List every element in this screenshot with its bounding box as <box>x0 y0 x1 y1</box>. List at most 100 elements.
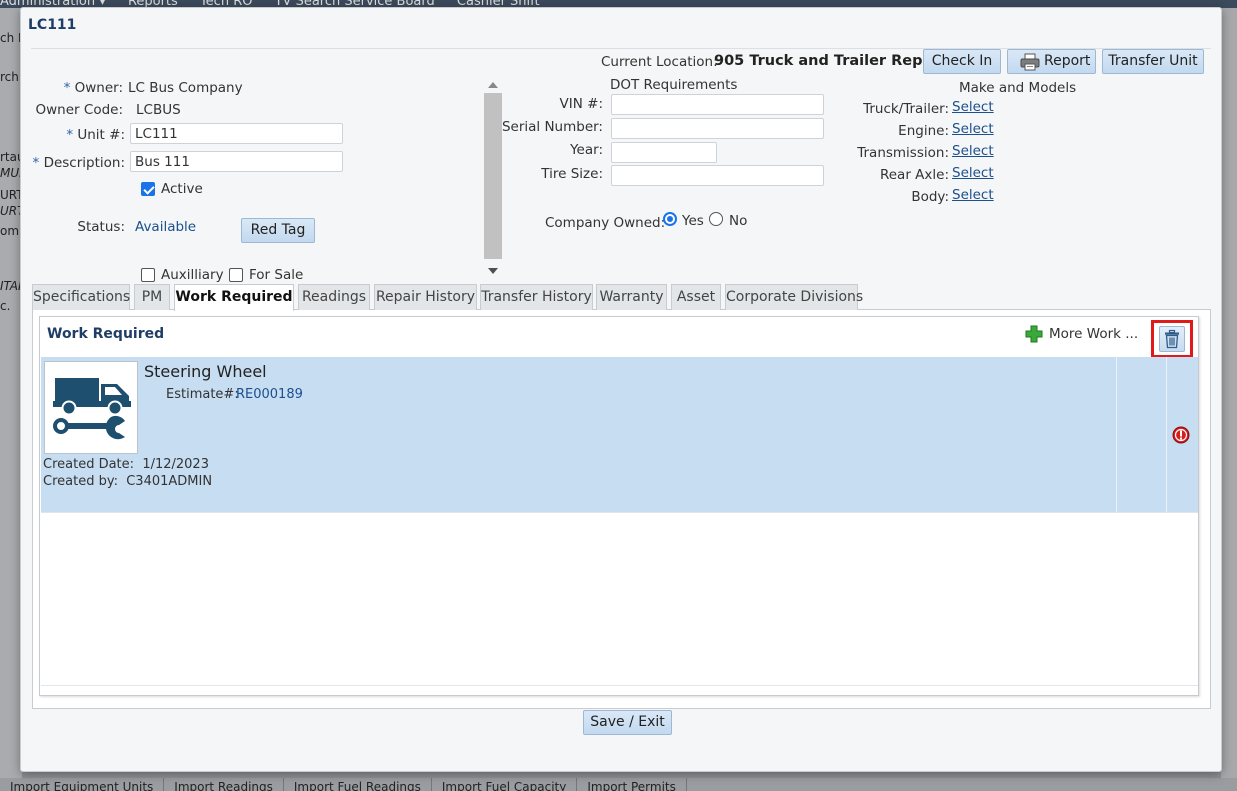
owner-label-text: Owner: <box>74 80 123 96</box>
company-owned-no-label: No <box>729 213 748 229</box>
status-label: Status: <box>77 219 125 235</box>
tab-transfer-history[interactable]: Transfer History <box>480 284 593 310</box>
bg-text: ch F <box>0 31 22 45</box>
company-owned-no-radio[interactable] <box>709 212 723 226</box>
required-marker: * <box>63 80 71 96</box>
tab-asset[interactable]: Asset <box>671 284 721 310</box>
tab-corporate-divisions[interactable]: Corporate Divisions <box>725 284 863 310</box>
details-scrollbar[interactable] <box>484 75 502 283</box>
owner-label: * Owner: <box>61 80 123 96</box>
scroll-thumb[interactable] <box>484 93 502 259</box>
bg-bottom-tab: Import Fuel Capacity <box>432 778 578 791</box>
unit-number-label-text: Unit #: <box>77 127 125 143</box>
company-owned-label: Company Owned: <box>545 215 666 231</box>
tab-repair-history[interactable]: Repair History <box>374 284 477 310</box>
truck-trailer-select-link[interactable]: Select <box>952 99 994 115</box>
check-in-button[interactable]: Check In <box>923 49 1001 74</box>
owner-value: LC Bus Company <box>128 80 243 96</box>
trash-icon <box>1165 329 1179 349</box>
rear-axle-label: Rear Axle: <box>879 167 949 183</box>
for-sale-label: For Sale <box>249 267 304 283</box>
transmission-select-link[interactable]: Select <box>952 143 994 159</box>
required-marker: * <box>66 127 74 143</box>
status-value: Available <box>135 219 197 235</box>
work-required-panel: Work Required More Work ... Steering Whe… <box>39 316 1199 696</box>
alert-icon[interactable] <box>1172 426 1190 444</box>
estimate-label: Estimate#: <box>166 387 239 402</box>
bg-text: c. <box>0 299 11 313</box>
rear-axle-select-link[interactable]: Select <box>952 165 994 181</box>
plus-icon <box>1025 325 1043 343</box>
description-label-text: Description: <box>43 155 125 171</box>
body-select-link[interactable]: Select <box>952 187 994 203</box>
row-column-divider <box>1166 357 1167 512</box>
active-checkbox[interactable] <box>141 182 155 196</box>
created-date-label: Created Date: <box>43 457 135 472</box>
current-location-label: Current Location: <box>601 54 718 70</box>
work-item-title: Steering Wheel <box>144 362 267 381</box>
current-location-value: 905 Truck and Trailer Repair <box>714 53 945 69</box>
work-item-row[interactable]: Steering Wheel Estimate#: RE000189 Creat… <box>41 357 1198 512</box>
tab-specifications[interactable]: Specifications <box>32 284 130 310</box>
created-by-label: Created by: <box>43 474 118 489</box>
truck-trailer-label: Truck/Trailer: <box>863 101 949 117</box>
estimate-link[interactable]: RE000189 <box>236 387 303 402</box>
description-label: * Description: <box>31 155 125 171</box>
bg-text: URT <box>0 188 22 202</box>
bg-text: omp <box>0 224 22 238</box>
created-date: Created Date: 1/12/2023 <box>43 457 209 472</box>
owner-code-label: Owner Code: <box>35 102 123 118</box>
owner-code-value: LCBUS <box>136 102 181 118</box>
tire-size-input[interactable] <box>611 165 824 186</box>
unit-dialog: LC111 Current Location: 905 Truck and Tr… <box>20 7 1222 772</box>
tire-size-label: Tire Size: <box>541 166 603 182</box>
report-button-label: Report <box>1044 53 1091 69</box>
row-column-divider <box>1116 357 1117 512</box>
bg-bottom-tab: Import Permits <box>577 778 687 791</box>
red-tag-button[interactable]: Red Tag <box>241 218 315 243</box>
truck-wrench-icon <box>45 362 137 453</box>
description-input[interactable] <box>130 151 343 172</box>
unit-number-input[interactable] <box>130 123 343 144</box>
bg-bottom-tab: Import Equipment Units <box>0 778 165 791</box>
unit-number-label: * Unit #: <box>61 127 125 143</box>
year-input[interactable] <box>611 142 717 163</box>
created-date-value: 1/12/2023 <box>142 457 209 472</box>
bg-text: rch <box>0 70 19 84</box>
printer-icon <box>1020 53 1040 71</box>
scroll-down-icon[interactable] <box>488 268 498 274</box>
dialog-title: LC111 <box>28 17 77 33</box>
bg-text: MUR <box>0 166 22 180</box>
report-button[interactable]: Report <box>1007 49 1096 74</box>
serial-number-input[interactable] <box>611 118 824 139</box>
transmission-label: Transmission: <box>857 145 949 161</box>
save-exit-button[interactable]: Save / Exit <box>583 710 672 735</box>
bg-bottom-tab: Import Readings <box>164 778 284 791</box>
background-bottom-tabs: Import Equipment Units Import Readings Imp… <box>0 778 1237 791</box>
vin-label: VIN #: <box>559 96 603 112</box>
vin-input[interactable] <box>611 94 824 115</box>
tab-readings[interactable]: Readings <box>298 284 370 310</box>
for-sale-checkbox[interactable] <box>229 268 243 282</box>
year-label: Year: <box>570 142 603 158</box>
list-footer <box>41 685 1198 695</box>
tab-work-required[interactable]: Work Required <box>174 284 294 311</box>
serial-number-label: Serial Number: <box>501 119 603 135</box>
tab-warranty[interactable]: Warranty <box>596 284 667 310</box>
company-owned-yes-label: Yes <box>682 213 704 229</box>
delete-button[interactable] <box>1159 326 1185 352</box>
company-owned-yes-radio[interactable] <box>663 212 677 226</box>
auxiliary-checkbox[interactable] <box>141 268 155 282</box>
scroll-up-icon[interactable] <box>488 82 498 88</box>
transfer-unit-button[interactable]: Transfer Unit <box>1102 49 1204 74</box>
engine-label: Engine: <box>898 123 949 139</box>
background-right-panel <box>1221 8 1237 778</box>
tab-pm[interactable]: PM <box>134 284 170 310</box>
make-models-title: Make and Models <box>959 80 1077 96</box>
engine-select-link[interactable]: Select <box>952 121 994 137</box>
created-by-value: C3401ADMIN <box>126 474 213 489</box>
more-work-label: More Work ... <box>1049 326 1139 342</box>
required-marker: * <box>32 155 40 171</box>
background-left-panel: ch F rch rtau MUR URT URT omp ITAI c. <box>0 8 22 778</box>
created-by: Created by: C3401ADMIN <box>43 474 212 489</box>
